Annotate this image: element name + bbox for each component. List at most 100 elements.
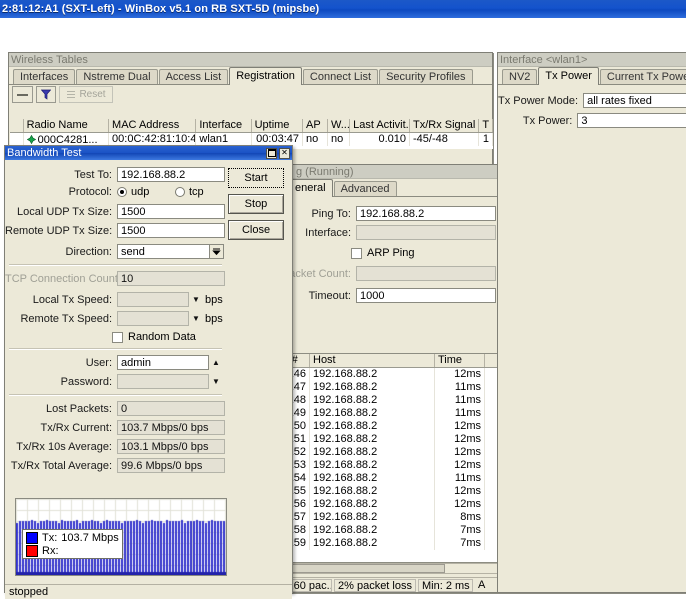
reset-button[interactable]: Reset (59, 86, 113, 103)
bandwidth-test-window-buttons: ✕ (266, 147, 290, 159)
app-titlebar[interactable]: 2:81:12:A1 (SXT-Left) - WinBox v5.1 on R… (0, 0, 686, 18)
interface-tabstrip[interactable]: NV2 Tx Power Current Tx Power Statu (498, 67, 686, 85)
test-to-label: Test To: (74, 168, 112, 181)
bandwidth-test-window[interactable]: Bandwidth Test ✕ Test To: 192.168.88.2 P… (4, 145, 293, 599)
remote-tx-speed-input[interactable] (117, 311, 189, 326)
random-data-checkbox[interactable] (112, 331, 123, 343)
local-tx-speed-dropdown-icon[interactable]: ▼ (189, 292, 203, 307)
col-last-activity[interactable]: Last Activit... (350, 119, 410, 132)
cell-w: no (328, 133, 351, 146)
registration-entry-icon (26, 135, 36, 144)
tab-nstreme-dual[interactable]: Nstreme Dual (76, 69, 158, 84)
interface-form: Tx Power Mode: all rates fixed Tx Power:… (498, 85, 686, 128)
form-separator-3 (9, 394, 222, 396)
local-tx-speed-label: Local Tx Speed: (32, 293, 112, 306)
registration-table-header: Radio Name MAC Address Interface Uptime … (10, 119, 493, 133)
tab-security-profiles[interactable]: Security Profiles (379, 69, 473, 84)
ping-row[interactable]: 1252 192.168.88.2 12ms (259, 446, 499, 459)
protocol-tcp-radio[interactable]: tcp (175, 186, 204, 198)
ping-row[interactable]: 1249 192.168.88.2 11ms (259, 407, 499, 420)
ping-to-input[interactable]: 192.168.88.2 (356, 206, 496, 221)
remote-tx-speed-dropdown-icon[interactable]: ▼ (189, 311, 203, 326)
start-button[interactable]: Start (228, 168, 284, 188)
close-icon[interactable]: ✕ (279, 147, 290, 159)
ping-row[interactable]: 1251 192.168.88.2 12ms (259, 433, 499, 446)
tcp-connection-count-input[interactable]: 10 (117, 271, 225, 286)
tab-tx-power[interactable]: Tx Power (538, 67, 599, 85)
protocol-udp-radio[interactable]: udp (117, 186, 175, 198)
local-tx-speed-input[interactable] (117, 292, 189, 307)
arp-ping-checkbox[interactable] (351, 247, 362, 259)
remove-button[interactable] (12, 86, 33, 103)
ping-row[interactable]: 1248 192.168.88.2 11ms (259, 394, 499, 407)
timeout-input[interactable]: 1000 (356, 288, 496, 303)
ping-rows-container: 1246 192.168.88.2 12ms 1247 192.168.88.2 11ms… (259, 368, 499, 550)
tcp-connection-count-row: TCP Connection Count: 10 (5, 271, 228, 286)
ping-results-table[interactable]: Seq # Host Time 1246192.168.88.212ms1247… (258, 353, 500, 563)
user-expand-up-icon[interactable]: ▲ (209, 355, 223, 370)
ping-row[interactable]: 1258 192.168.88.2 7ms (259, 524, 499, 537)
restore-icon[interactable] (266, 147, 277, 159)
test-to-input[interactable]: 192.168.88.2 (117, 167, 225, 182)
filter-button[interactable] (36, 86, 56, 103)
packet-count-input[interactable] (356, 266, 496, 281)
bandwidth-test-titlebar[interactable]: Bandwidth Test ✕ (5, 146, 292, 160)
interface-wlan1-window[interactable]: Interface <wlan1> NV2 Tx Power Current T… (497, 52, 686, 593)
ping-cell-time: 7ms (435, 537, 485, 550)
wireless-tables-toolbar[interactable]: Reset (9, 85, 492, 104)
tab-general[interactable]: eneral (288, 179, 333, 197)
tx-power-input[interactable]: 3 (577, 113, 686, 128)
ping-row[interactable]: 1255 192.168.88.2 12ms (259, 485, 499, 498)
ping-col-time[interactable]: Time (435, 354, 485, 367)
ping-cell-time: 11ms (435, 394, 485, 407)
col-t[interactable]: T (479, 119, 493, 132)
ping-row[interactable]: 1250 192.168.88.2 12ms (259, 420, 499, 433)
password-expand-down-icon[interactable]: ▼ (209, 374, 223, 389)
tx-rx-10s-average-value: 103.1 Mbps/0 bps (117, 439, 225, 454)
ping-row[interactable]: 1259 192.168.88.2 7ms (259, 537, 499, 550)
interface-titlebar[interactable]: Interface <wlan1> (498, 53, 686, 67)
wireless-tables-titlebar[interactable]: Wireless Tables (9, 53, 492, 67)
tab-current-tx-power[interactable]: Current Tx Power (599, 69, 686, 84)
lost-packets-value: 0 (117, 401, 225, 416)
col-tx-rx-signal[interactable]: Tx/Rx Signal ... (410, 119, 480, 132)
tab-access-list[interactable]: Access List (158, 69, 229, 84)
ping-row[interactable]: 1257 192.168.88.2 8ms (259, 511, 499, 524)
col-uptime[interactable]: Uptime (252, 119, 303, 132)
ping-row[interactable]: 1246 192.168.88.2 12ms (259, 368, 499, 381)
col-ap[interactable]: AP (303, 119, 328, 132)
col-w[interactable]: W... (328, 119, 351, 132)
user-label: User: (85, 356, 112, 369)
direction-dropdown-icon[interactable] (210, 244, 224, 259)
ping-cell-host: 192.168.88.2 (310, 498, 435, 511)
ping-interface-input[interactable] (356, 225, 496, 240)
direction-input[interactable]: send (117, 244, 210, 259)
remote-udp-tx-size-input[interactable]: 1500 (117, 223, 225, 238)
stop-button[interactable]: Stop (228, 194, 284, 214)
password-input[interactable] (117, 374, 209, 389)
ping-row[interactable]: 1253 192.168.88.2 12ms (259, 459, 499, 472)
col-mac-address[interactable]: MAC Address (109, 119, 197, 132)
ping-hscrollbar[interactable] (258, 563, 500, 574)
col-interface[interactable]: Interface (196, 119, 252, 132)
local-udp-tx-size-input[interactable]: 1500 (117, 204, 225, 219)
tab-nv2[interactable]: NV2 (502, 69, 538, 84)
user-input[interactable]: admin (117, 355, 209, 370)
wireless-tables-tabstrip[interactable]: Interfaces Nstreme Dual Access List Regi… (9, 67, 492, 85)
local-udp-tx-size-row: Local UDP Tx Size: 1500 (5, 204, 228, 219)
tx-rx-10s-average-label: Tx/Rx 10s Average: (16, 440, 112, 453)
close-button[interactable]: Close (228, 220, 284, 240)
tx-power-mode-row: Tx Power Mode: all rates fixed (498, 93, 686, 108)
radio-tcp-icon (175, 187, 185, 197)
ping-row[interactable]: 1254 192.168.88.2 11ms (259, 472, 499, 485)
tab-interfaces[interactable]: Interfaces (13, 69, 76, 84)
col-radio-name[interactable]: Radio Name (24, 119, 110, 132)
tab-advanced[interactable]: Advanced (333, 181, 397, 196)
tab-registration[interactable]: Registration (229, 67, 302, 85)
tab-connect-list[interactable]: Connect List (302, 69, 379, 84)
tx-power-mode-input[interactable]: all rates fixed (583, 93, 686, 108)
ping-row[interactable]: 1256 192.168.88.2 12ms (259, 498, 499, 511)
ping-col-host[interactable]: Host (310, 354, 435, 367)
ping-row[interactable]: 1247 192.168.88.2 11ms (259, 381, 499, 394)
cell-ap: no (303, 133, 328, 146)
